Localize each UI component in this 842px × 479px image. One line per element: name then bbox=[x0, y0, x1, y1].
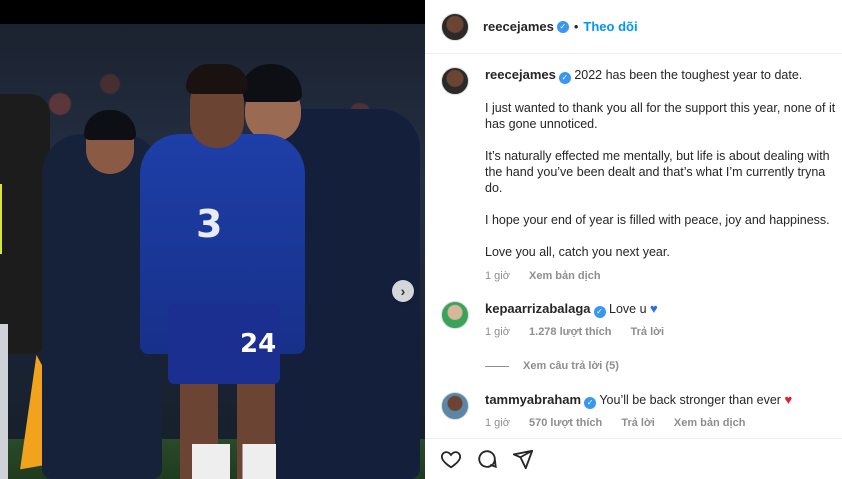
reply-button[interactable]: Trả lời bbox=[621, 417, 655, 429]
caption-body: reecejames ✓ 2022 has been the toughest y… bbox=[485, 67, 841, 284]
verified-icon: ✓ bbox=[593, 306, 606, 318]
timestamp[interactable]: 1 giờ bbox=[485, 417, 510, 429]
comment-text: Love u bbox=[609, 302, 647, 316]
replies-divider bbox=[485, 365, 509, 367]
shorts-number: 24 bbox=[240, 329, 277, 359]
comment-body: tammyabraham ✓ You’ll be back stronger th… bbox=[485, 392, 792, 431]
avatar[interactable] bbox=[441, 301, 469, 329]
verified-icon: ✓ bbox=[558, 72, 571, 84]
separator-dot: • bbox=[573, 19, 579, 34]
caption-username[interactable]: reecejames bbox=[485, 67, 556, 82]
timestamp[interactable]: 1 giờ bbox=[485, 326, 510, 338]
verified-icon: ✓ bbox=[556, 20, 569, 33]
follow-button[interactable]: Theo dõi bbox=[583, 19, 637, 34]
caption: reecejames ✓ 2022 has been the toughest y… bbox=[441, 67, 841, 284]
player-hair bbox=[186, 64, 248, 94]
shirt-sponsor: 3 bbox=[196, 202, 223, 246]
post-photo[interactable]: 3 24 bbox=[0, 24, 425, 479]
caption-paragraph: I just wanted to thank you all for the s… bbox=[485, 101, 836, 131]
caption-meta: 1 giờ Xem bản dịch bbox=[485, 268, 841, 284]
caption-paragraph: It’s naturally effected me mentally, but… bbox=[485, 149, 830, 195]
comment: kepaarrizabalaga ✓ Love u ♥ 1 giờ 1.278 l… bbox=[441, 301, 841, 340]
comment-meta: 1 giờ 1.278 lượt thích Trả lời bbox=[485, 324, 680, 340]
avatar[interactable] bbox=[441, 67, 469, 95]
caption-paragraph: 2022 has been the toughest year to date. bbox=[574, 68, 803, 82]
view-replies-button[interactable]: Xem câu trả lời (5) bbox=[485, 360, 619, 372]
chevron-right-icon[interactable]: › bbox=[392, 280, 414, 302]
likes-count[interactable]: 570 lượt thích bbox=[529, 417, 602, 429]
red-heart-emoji: ♥ bbox=[784, 392, 793, 407]
view-replies-label: Xem câu trả lời (5) bbox=[523, 360, 619, 372]
player-socks bbox=[192, 444, 276, 479]
comment-icon[interactable] bbox=[475, 447, 499, 471]
share-icon[interactable] bbox=[511, 447, 535, 471]
comments-scroll-area[interactable]: reecejames ✓ 2022 has been the toughest y… bbox=[425, 55, 842, 435]
reply-button[interactable]: Trả lời bbox=[631, 326, 665, 338]
comment-body: kepaarrizabalaga ✓ Love u ♥ 1 giờ 1.278 l… bbox=[485, 301, 680, 340]
caption-paragraph: Love you all, catch you next year. bbox=[485, 245, 670, 259]
comment-username[interactable]: tammyabraham bbox=[485, 392, 581, 407]
caption-paragraph: I hope your end of year is filled with p… bbox=[485, 213, 830, 227]
translate-button[interactable]: Xem bản dịch bbox=[529, 270, 601, 282]
translate-button[interactable]: Xem bản dịch bbox=[674, 417, 746, 429]
avatar[interactable] bbox=[441, 12, 469, 41]
verified-icon: ✓ bbox=[584, 397, 597, 409]
heart-icon[interactable] bbox=[439, 447, 463, 471]
comment-username[interactable]: kepaarrizabalaga bbox=[485, 301, 591, 316]
likes-count[interactable]: 1.278 lượt thích bbox=[529, 326, 611, 338]
post-actions-bar bbox=[425, 438, 842, 479]
comment-meta: 1 giờ 570 lượt thích Trả lời Xem bản dịc… bbox=[485, 415, 792, 431]
blue-heart-emoji: ♥ bbox=[650, 301, 658, 316]
post-side-panel: reecejames ✓ • Theo dõi reecejames ✓ 2022… bbox=[425, 0, 842, 479]
comment-text: You’ll be back stronger than ever bbox=[599, 393, 781, 407]
photo-top-bar bbox=[0, 0, 425, 24]
post-header: reecejames ✓ • Theo dõi bbox=[425, 0, 842, 54]
flag-post bbox=[0, 324, 8, 479]
comment: tammyabraham ✓ You’ll be back stronger th… bbox=[441, 392, 841, 431]
header-username[interactable]: reecejames bbox=[483, 19, 554, 34]
timestamp[interactable]: 1 giờ bbox=[485, 270, 510, 282]
avatar[interactable] bbox=[441, 392, 469, 420]
